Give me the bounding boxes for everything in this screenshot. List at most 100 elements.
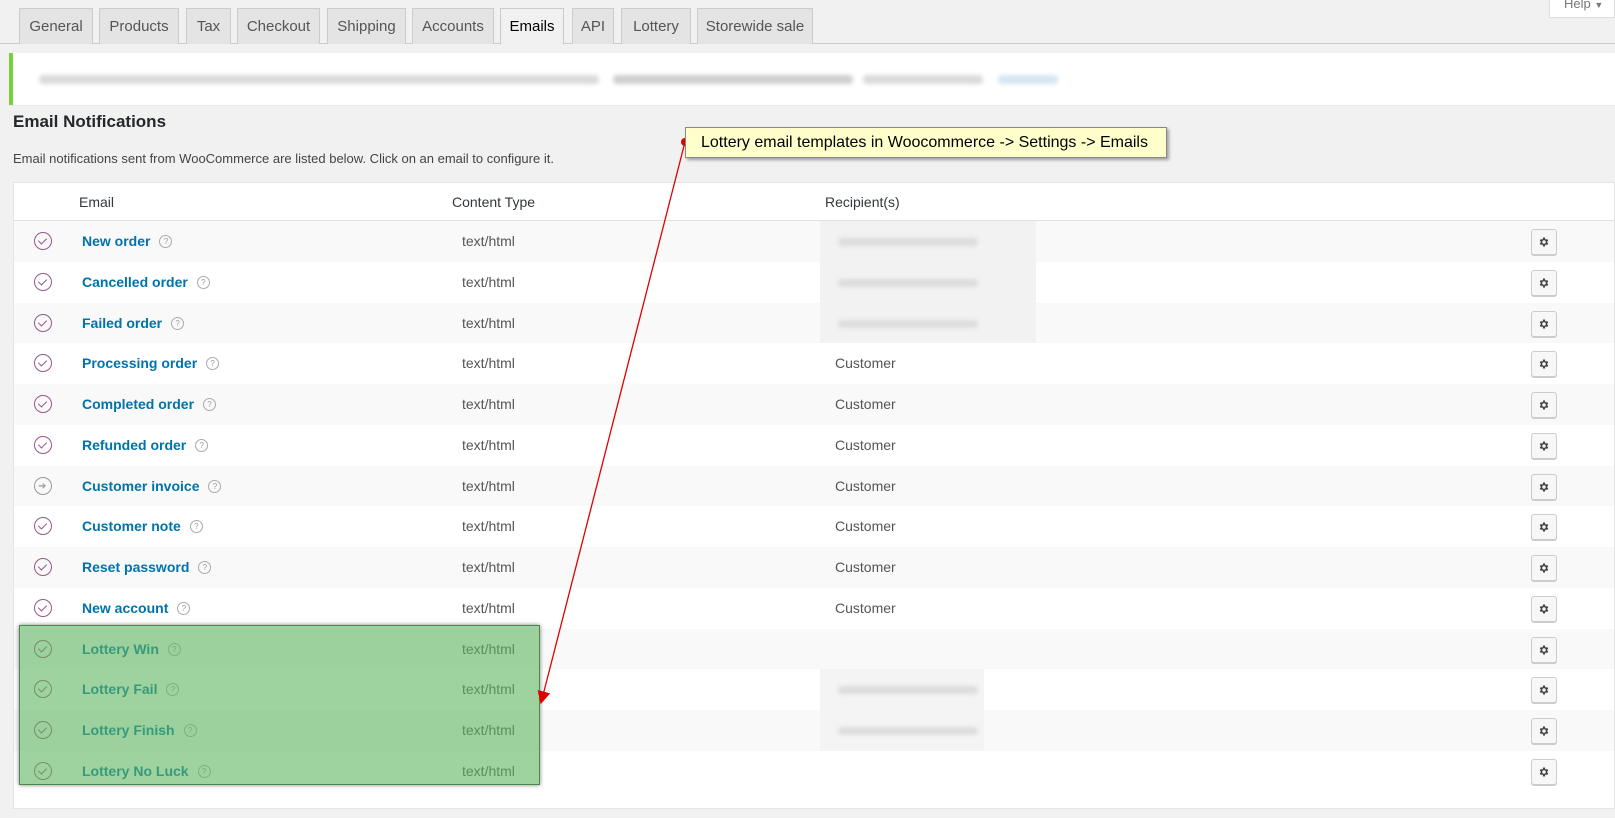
email-link[interactable]: Lottery Fail? bbox=[82, 681, 180, 698]
table-row: New account? text/html Customer bbox=[14, 587, 1614, 630]
email-link[interactable]: New account? bbox=[82, 599, 191, 616]
help-tip-icon[interactable]: ? bbox=[208, 479, 222, 493]
help-tip-icon[interactable]: ? bbox=[159, 235, 173, 248]
email-link[interactable]: Lottery No Luck? bbox=[82, 763, 211, 779]
help-tip-icon[interactable]: ? bbox=[197, 764, 211, 778]
help-tip-icon[interactable]: ? bbox=[206, 357, 220, 371]
email-link[interactable]: Customer invoice? bbox=[82, 477, 222, 494]
configure-button[interactable] bbox=[1531, 555, 1557, 581]
email-link[interactable]: Lottery Finish? bbox=[82, 722, 197, 738]
email-link[interactable]: Reset password? bbox=[82, 559, 212, 575]
manual-status-icon: ➔ bbox=[34, 476, 52, 495]
configure-button[interactable] bbox=[1531, 718, 1557, 744]
configure-button[interactable] bbox=[1531, 514, 1557, 541]
help-tip-icon[interactable]: ? bbox=[203, 398, 217, 411]
email-name: Customer invoice bbox=[82, 477, 200, 494]
configure-button[interactable] bbox=[1531, 392, 1557, 418]
configure-button[interactable] bbox=[1531, 432, 1557, 459]
gear-icon bbox=[1539, 767, 1549, 777]
enabled-status-icon bbox=[34, 558, 52, 576]
configure-button[interactable] bbox=[1531, 758, 1557, 785]
email-link[interactable]: Lottery Win? bbox=[82, 641, 181, 657]
email-link[interactable]: New order? bbox=[82, 233, 173, 249]
help-tip-icon[interactable]: ? bbox=[198, 561, 212, 574]
enabled-status-icon bbox=[34, 517, 52, 536]
content-type: text/html bbox=[462, 599, 515, 616]
email-name: Reset password bbox=[82, 559, 190, 575]
configure-button[interactable] bbox=[1531, 473, 1557, 500]
table-row: ➔ Customer invoice? text/html Customer bbox=[14, 465, 1614, 508]
email-notifications-table: Email Content Type Recipient(s) New orde… bbox=[13, 182, 1615, 809]
configure-button[interactable] bbox=[1531, 636, 1557, 663]
email-link[interactable]: Failed order? bbox=[82, 314, 185, 331]
email-link[interactable]: Refunded order? bbox=[82, 436, 209, 453]
table-row: New order? text/html bbox=[14, 221, 1614, 263]
email-name: New order bbox=[82, 233, 151, 249]
email-link[interactable]: Completed order? bbox=[82, 396, 217, 412]
recipient-redacted bbox=[820, 221, 1036, 263]
content-type: text/html bbox=[462, 762, 515, 779]
configure-button[interactable] bbox=[1531, 677, 1557, 704]
tab-tax[interactable]: Tax bbox=[186, 8, 231, 44]
help-tip-icon[interactable]: ? bbox=[166, 683, 180, 697]
enabled-status-icon bbox=[34, 598, 52, 617]
enabled-status-icon bbox=[34, 395, 52, 413]
email-link[interactable]: Processing order? bbox=[82, 355, 220, 371]
email-name: Refunded order bbox=[82, 436, 187, 453]
content-type: text/html bbox=[462, 477, 515, 494]
gear-icon bbox=[1539, 685, 1549, 695]
email-link[interactable]: Customer note? bbox=[82, 518, 203, 534]
tab-emails[interactable]: Emails bbox=[500, 8, 564, 45]
email-name: Failed order bbox=[82, 314, 163, 331]
table-row: Refunded order? text/html Customer bbox=[14, 424, 1614, 467]
content-type: text/html bbox=[462, 722, 515, 738]
content-type: text/html bbox=[462, 233, 515, 249]
help-tip-icon[interactable]: ? bbox=[177, 601, 191, 615]
settings-tabs: General Products Tax Checkout Shipping Accoun… bbox=[0, 0, 1615, 45]
content-type: text/html bbox=[462, 436, 515, 453]
help-tip-icon[interactable]: ? bbox=[195, 438, 209, 452]
tab-lottery[interactable]: Lottery bbox=[621, 8, 691, 44]
tab-storewide-sale[interactable]: Storewide sale bbox=[697, 8, 813, 44]
configure-button[interactable] bbox=[1531, 310, 1557, 337]
column-header-email: Email bbox=[79, 194, 115, 210]
annotation-callout: Lottery email templates in Woocommerce -… bbox=[685, 127, 1167, 158]
tab-accounts[interactable]: Accounts bbox=[412, 8, 494, 44]
tab-api[interactable]: API bbox=[572, 8, 614, 44]
table-row: Reset password? text/html Customer bbox=[14, 547, 1614, 589]
help-tip-icon[interactable]: ? bbox=[183, 724, 197, 737]
configure-button[interactable] bbox=[1531, 351, 1557, 378]
table-row: Lottery Finish? text/html bbox=[14, 710, 1614, 752]
table-row: Customer note? text/html Customer bbox=[14, 506, 1614, 549]
gear-icon bbox=[1539, 319, 1549, 328]
recipient: Customer bbox=[835, 396, 896, 412]
gear-icon bbox=[1539, 441, 1549, 451]
configure-button[interactable] bbox=[1531, 595, 1557, 622]
help-tip-icon[interactable]: ? bbox=[171, 316, 185, 330]
tab-general[interactable]: General bbox=[19, 8, 93, 44]
help-tip-icon[interactable]: ? bbox=[167, 642, 181, 656]
email-name: Lottery Fail bbox=[82, 681, 158, 698]
gear-icon bbox=[1539, 482, 1549, 491]
email-link[interactable]: Cancelled order? bbox=[82, 274, 210, 290]
table-header: Email Content Type Recipient(s) bbox=[14, 183, 1614, 221]
recipient-redacted bbox=[820, 302, 1036, 345]
configure-button[interactable] bbox=[1531, 229, 1557, 255]
tab-shipping[interactable]: Shipping bbox=[327, 8, 406, 44]
recipient: Customer bbox=[835, 518, 896, 535]
help-tip-icon[interactable]: ? bbox=[196, 275, 210, 289]
enabled-status-icon bbox=[34, 721, 52, 739]
recipient-redacted bbox=[820, 710, 984, 752]
gear-icon bbox=[1539, 278, 1549, 288]
help-tip-icon[interactable]: ? bbox=[189, 520, 203, 534]
recipient: Customer bbox=[835, 599, 896, 616]
content-type: text/html bbox=[462, 518, 515, 535]
email-name: New account bbox=[82, 599, 169, 616]
content-type: text/html bbox=[462, 314, 515, 331]
tab-checkout[interactable]: Checkout bbox=[237, 8, 320, 44]
configure-button[interactable] bbox=[1531, 269, 1557, 296]
content-type: text/html bbox=[462, 640, 515, 657]
help-tab[interactable]: Help ▼ bbox=[1549, 0, 1615, 18]
tab-products[interactable]: Products bbox=[99, 8, 179, 44]
content-type: text/html bbox=[462, 355, 515, 372]
